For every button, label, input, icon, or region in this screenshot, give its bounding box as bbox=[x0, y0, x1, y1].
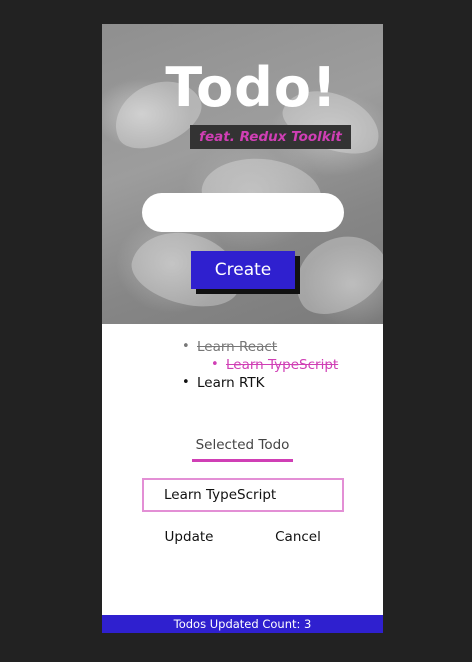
app-title: Todo! bbox=[165, 56, 338, 119]
update-button[interactable]: Update bbox=[156, 526, 222, 548]
todo-item-label: Learn React bbox=[197, 339, 278, 355]
selected-todo-heading: Selected Todo bbox=[192, 437, 293, 462]
todo-item[interactable]: • Learn RTK bbox=[102, 374, 383, 392]
todo-item[interactable]: • Learn React bbox=[102, 338, 383, 356]
new-todo-input[interactable] bbox=[142, 193, 344, 232]
bullet-icon: • bbox=[182, 339, 190, 354]
create-button[interactable]: Create bbox=[191, 251, 295, 289]
todo-list: • Learn React • Learn TypeScript • Learn… bbox=[102, 338, 383, 392]
app-subtitle: feat. Redux Toolkit bbox=[190, 125, 351, 149]
todo-app: Todo! feat. Redux Toolkit Create • Learn… bbox=[102, 24, 383, 633]
edit-todo-input[interactable] bbox=[142, 478, 344, 512]
todo-item-label: Learn RTK bbox=[197, 375, 265, 391]
todo-item-label: Learn TypeScript bbox=[226, 357, 339, 373]
bullet-icon: • bbox=[211, 357, 219, 372]
updated-count-footer: Todos Updated Count: 3 bbox=[102, 615, 383, 633]
cancel-button[interactable]: Cancel bbox=[268, 526, 328, 548]
bullet-icon: • bbox=[182, 375, 190, 390]
flower-petal-decoration bbox=[280, 219, 383, 329]
todo-item-selected[interactable]: • Learn TypeScript bbox=[102, 356, 383, 374]
header-banner: Todo! feat. Redux Toolkit Create bbox=[102, 24, 383, 329]
